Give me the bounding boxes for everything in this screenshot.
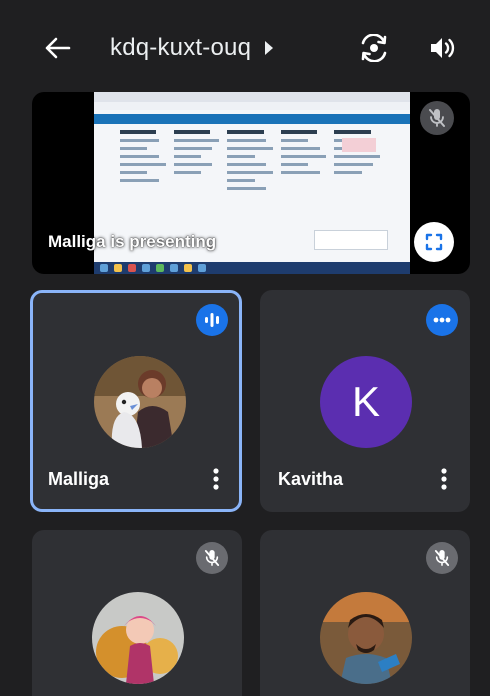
meeting-code: kdq-kuxt-ouq	[110, 34, 252, 61]
muted-badge	[426, 542, 458, 574]
fullscreen-button[interactable]	[414, 222, 454, 262]
fullscreen-icon	[425, 233, 443, 251]
speaker-button[interactable]	[422, 28, 462, 68]
participant-tile[interactable]	[260, 530, 470, 696]
more-options-button[interactable]	[432, 464, 456, 494]
participant-tile-malliga[interactable]: Malliga	[30, 290, 242, 512]
participant-tile[interactable]	[32, 530, 242, 696]
avatar	[92, 592, 184, 684]
mic-off-icon	[204, 550, 220, 566]
avatar	[320, 592, 412, 684]
speaker-icon	[431, 38, 455, 58]
participant-name: Malliga	[48, 469, 110, 489]
more-vert-icon	[441, 468, 447, 490]
switch-camera-button[interactable]	[354, 28, 394, 68]
audio-wave-icon	[205, 313, 219, 327]
status-badge	[426, 304, 458, 336]
avatar-letter: K	[351, 378, 380, 425]
meeting-details-button[interactable]: kdq-kuxt-ouq	[110, 30, 274, 66]
mic-off-icon	[434, 550, 450, 566]
back-button[interactable]	[38, 30, 78, 66]
mic-off-icon	[429, 109, 445, 127]
avatar: K	[320, 356, 412, 448]
speaking-badge	[196, 304, 228, 336]
caret-right-icon	[265, 41, 274, 55]
more-vert-icon	[213, 468, 219, 490]
dots-icon	[433, 317, 451, 323]
arrow-left-icon	[45, 37, 71, 59]
switch-camera-icon	[361, 34, 387, 62]
avatar	[94, 356, 186, 448]
participant-tile-kavitha[interactable]: K Kavitha	[260, 290, 470, 512]
presenting-label: Malliga is presenting	[48, 232, 217, 251]
more-options-button[interactable]	[204, 464, 228, 494]
presenter-muted-badge	[420, 101, 454, 135]
muted-badge	[196, 542, 228, 574]
participant-name: Kavitha	[278, 469, 344, 489]
